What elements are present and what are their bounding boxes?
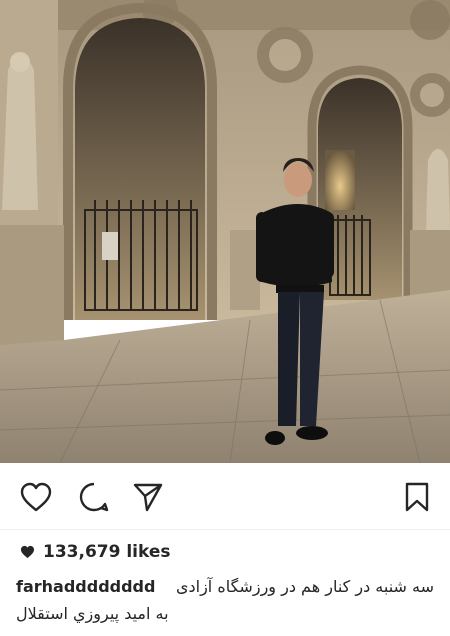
- heart-filled-icon: [20, 545, 35, 559]
- post-caption: farhadddddddd سه شنبه در کنار هم در ورزش…: [16, 573, 434, 627]
- bookmark-icon[interactable]: [400, 480, 434, 514]
- post-photo[interactable]: [0, 0, 450, 463]
- comment-icon[interactable]: [77, 480, 111, 514]
- likes-count[interactable]: 133,679 likes: [20, 540, 171, 564]
- share-icon[interactable]: [131, 480, 165, 514]
- likes-count-text: 133,679 likes: [43, 542, 171, 562]
- caption-line-2: به امید پیروزي استقلال: [16, 604, 169, 623]
- heart-icon[interactable]: [19, 480, 53, 514]
- post-action-bar: [0, 463, 450, 530]
- username-link[interactable]: farhadddddddd: [16, 573, 155, 600]
- caption-line-1: سه شنبه در کنار هم در ورزشگاه آزادی: [175, 577, 434, 596]
